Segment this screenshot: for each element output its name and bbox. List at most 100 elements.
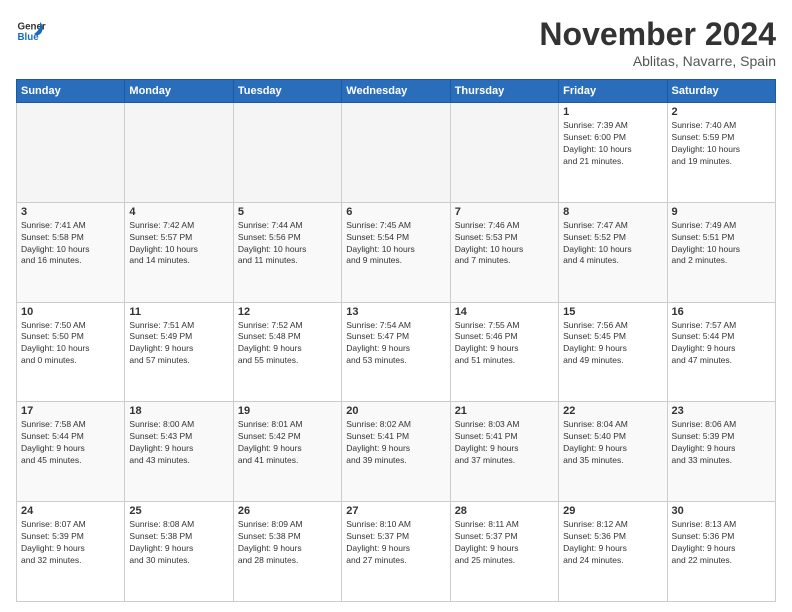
day-number: 27 — [346, 505, 445, 517]
day-info: Sunrise: 8:12 AM Sunset: 5:36 PM Dayligh… — [563, 519, 662, 567]
day-info: Sunrise: 7:56 AM Sunset: 5:45 PM Dayligh… — [563, 320, 662, 368]
calendar-cell-w4-d4: 28 Sunrise: 8:11 AM Sunset: 5:37 PM Dayli… — [450, 502, 558, 602]
calendar-cell-w4-d3: 27 Sunrise: 8:10 AM Sunset: 5:37 PM Dayli… — [342, 502, 450, 602]
calendar-cell-w0-d4 — [450, 103, 558, 203]
day-number: 30 — [672, 505, 771, 517]
calendar-cell-w0-d2 — [233, 103, 341, 203]
calendar-cell-w2-d2: 12 Sunrise: 7:52 AM Sunset: 5:48 PM Dayli… — [233, 302, 341, 402]
day-number: 19 — [238, 405, 337, 417]
day-number: 7 — [455, 206, 554, 218]
calendar-cell-w1-d6: 9 Sunrise: 7:49 AM Sunset: 5:51 PM Daylig… — [667, 202, 775, 302]
day-number: 15 — [563, 306, 662, 318]
calendar-cell-w1-d4: 7 Sunrise: 7:46 AM Sunset: 5:53 PM Daylig… — [450, 202, 558, 302]
calendar-cell-w2-d5: 15 Sunrise: 7:56 AM Sunset: 5:45 PM Dayli… — [559, 302, 667, 402]
calendar-header-row: Sunday Monday Tuesday Wednesday Thursday… — [17, 80, 776, 103]
week-row-1: 3 Sunrise: 7:41 AM Sunset: 5:58 PM Daylig… — [17, 202, 776, 302]
day-number: 25 — [129, 505, 228, 517]
header: General Blue November 2024 Ablitas, Nava… — [16, 16, 776, 69]
day-number: 17 — [21, 405, 120, 417]
title-block: November 2024 Ablitas, Navarre, Spain — [539, 16, 776, 69]
calendar-cell-w4-d0: 24 Sunrise: 8:07 AM Sunset: 5:39 PM Dayli… — [17, 502, 125, 602]
calendar-cell-w4-d1: 25Sunrise: 8:08 AM Sunset: 5:38 PM Dayli… — [125, 502, 233, 602]
day-info: Sunrise: 7:49 AM Sunset: 5:51 PM Dayligh… — [672, 220, 771, 268]
calendar-cell-w3-d3: 20 Sunrise: 8:02 AM Sunset: 5:41 PM Dayli… — [342, 402, 450, 502]
week-row-3: 17 Sunrise: 7:58 AM Sunset: 5:44 PM Dayli… — [17, 402, 776, 502]
day-info: Sunrise: 8:03 AM Sunset: 5:41 PM Dayligh… — [455, 419, 554, 467]
calendar-cell-w4-d2: 26 Sunrise: 8:09 AM Sunset: 5:38 PM Dayli… — [233, 502, 341, 602]
day-number: 21 — [455, 405, 554, 417]
day-number: 20 — [346, 405, 445, 417]
day-number: 10 — [21, 306, 120, 318]
day-info: Sunrise: 7:57 AM Sunset: 5:44 PM Dayligh… — [672, 320, 771, 368]
calendar-cell-w0-d3 — [342, 103, 450, 203]
day-number: 13 — [346, 306, 445, 318]
day-number: 28 — [455, 505, 554, 517]
day-info: Sunrise: 7:41 AM Sunset: 5:58 PM Dayligh… — [21, 220, 120, 268]
day-number: 23 — [672, 405, 771, 417]
day-info: Sunrise: 8:02 AM Sunset: 5:41 PM Dayligh… — [346, 419, 445, 467]
calendar-cell-w0-d6: 2 Sunrise: 7:40 AM Sunset: 5:59 PM Daylig… — [667, 103, 775, 203]
col-sunday: Sunday — [17, 80, 125, 103]
day-info: Sunrise: 7:40 AM Sunset: 5:59 PM Dayligh… — [672, 120, 771, 168]
day-info: Sunrise: 7:44 AM Sunset: 5:56 PM Dayligh… — [238, 220, 337, 268]
col-friday: Friday — [559, 80, 667, 103]
day-info: Sunrise: 7:54 AM Sunset: 5:47 PM Dayligh… — [346, 320, 445, 368]
day-number: 6 — [346, 206, 445, 218]
day-info: Sunrise: 8:07 AM Sunset: 5:39 PM Dayligh… — [21, 519, 120, 567]
day-info: Sunrise: 8:00 AM Sunset: 5:43 PM Dayligh… — [129, 419, 228, 467]
calendar-cell-w3-d1: 18 Sunrise: 8:00 AM Sunset: 5:43 PM Dayli… — [125, 402, 233, 502]
day-info: Sunrise: 7:42 AM Sunset: 5:57 PM Dayligh… — [129, 220, 228, 268]
day-info: Sunrise: 7:58 AM Sunset: 5:44 PM Dayligh… — [21, 419, 120, 467]
day-info: Sunrise: 8:10 AM Sunset: 5:37 PM Dayligh… — [346, 519, 445, 567]
day-number: 2 — [672, 106, 771, 118]
day-info: Sunrise: 7:45 AM Sunset: 5:54 PM Dayligh… — [346, 220, 445, 268]
calendar-cell-w2-d3: 13 Sunrise: 7:54 AM Sunset: 5:47 PM Dayli… — [342, 302, 450, 402]
calendar-cell-w1-d3: 6 Sunrise: 7:45 AM Sunset: 5:54 PM Daylig… — [342, 202, 450, 302]
calendar-cell-w0-d1 — [125, 103, 233, 203]
logo-icon: General Blue — [16, 16, 46, 46]
calendar-cell-w2-d1: 11 Sunrise: 7:51 AM Sunset: 5:49 PM Dayli… — [125, 302, 233, 402]
day-info: Sunrise: 8:11 AM Sunset: 5:37 PM Dayligh… — [455, 519, 554, 567]
calendar-cell-w1-d5: 8Sunrise: 7:47 AM Sunset: 5:52 PM Daylig… — [559, 202, 667, 302]
day-number: 5 — [238, 206, 337, 218]
week-row-2: 10 Sunrise: 7:50 AM Sunset: 5:50 PM Dayli… — [17, 302, 776, 402]
day-info: Sunrise: 7:52 AM Sunset: 5:48 PM Dayligh… — [238, 320, 337, 368]
day-info: Sunrise: 7:47 AM Sunset: 5:52 PM Dayligh… — [563, 220, 662, 268]
day-info: Sunrise: 8:06 AM Sunset: 5:39 PM Dayligh… — [672, 419, 771, 467]
week-row-0: 1Sunrise: 7:39 AM Sunset: 6:00 PM Daylig… — [17, 103, 776, 203]
calendar-cell-w4-d6: 30Sunrise: 8:13 AM Sunset: 5:36 PM Dayli… — [667, 502, 775, 602]
calendar-cell-w0-d0 — [17, 103, 125, 203]
day-number: 29 — [563, 505, 662, 517]
day-number: 16 — [672, 306, 771, 318]
day-number: 9 — [672, 206, 771, 218]
calendar-cell-w2-d0: 10 Sunrise: 7:50 AM Sunset: 5:50 PM Dayli… — [17, 302, 125, 402]
day-info: Sunrise: 7:50 AM Sunset: 5:50 PM Dayligh… — [21, 320, 120, 368]
col-monday: Monday — [125, 80, 233, 103]
location: Ablitas, Navarre, Spain — [539, 53, 776, 69]
page: General Blue November 2024 Ablitas, Nava… — [0, 0, 792, 612]
day-number: 26 — [238, 505, 337, 517]
calendar-cell-w4-d5: 29 Sunrise: 8:12 AM Sunset: 5:36 PM Dayli… — [559, 502, 667, 602]
day-number: 18 — [129, 405, 228, 417]
day-info: Sunrise: 7:55 AM Sunset: 5:46 PM Dayligh… — [455, 320, 554, 368]
day-info: Sunrise: 7:51 AM Sunset: 5:49 PM Dayligh… — [129, 320, 228, 368]
day-number: 11 — [129, 306, 228, 318]
day-number: 22 — [563, 405, 662, 417]
day-number: 1 — [563, 106, 662, 118]
day-info: Sunrise: 8:01 AM Sunset: 5:42 PM Dayligh… — [238, 419, 337, 467]
day-info: Sunrise: 8:09 AM Sunset: 5:38 PM Dayligh… — [238, 519, 337, 567]
col-thursday: Thursday — [450, 80, 558, 103]
calendar-cell-w1-d2: 5 Sunrise: 7:44 AM Sunset: 5:56 PM Daylig… — [233, 202, 341, 302]
calendar-cell-w2-d6: 16 Sunrise: 7:57 AM Sunset: 5:44 PM Dayli… — [667, 302, 775, 402]
day-info: Sunrise: 8:04 AM Sunset: 5:40 PM Dayligh… — [563, 419, 662, 467]
calendar-cell-w3-d5: 22 Sunrise: 8:04 AM Sunset: 5:40 PM Dayli… — [559, 402, 667, 502]
col-saturday: Saturday — [667, 80, 775, 103]
calendar-cell-w3-d4: 21 Sunrise: 8:03 AM Sunset: 5:41 PM Dayli… — [450, 402, 558, 502]
month-title: November 2024 — [539, 16, 776, 53]
day-number: 24 — [21, 505, 120, 517]
day-number: 12 — [238, 306, 337, 318]
day-number: 3 — [21, 206, 120, 218]
day-info: Sunrise: 7:46 AM Sunset: 5:53 PM Dayligh… — [455, 220, 554, 268]
calendar-cell-w1-d0: 3 Sunrise: 7:41 AM Sunset: 5:58 PM Daylig… — [17, 202, 125, 302]
day-number: 14 — [455, 306, 554, 318]
